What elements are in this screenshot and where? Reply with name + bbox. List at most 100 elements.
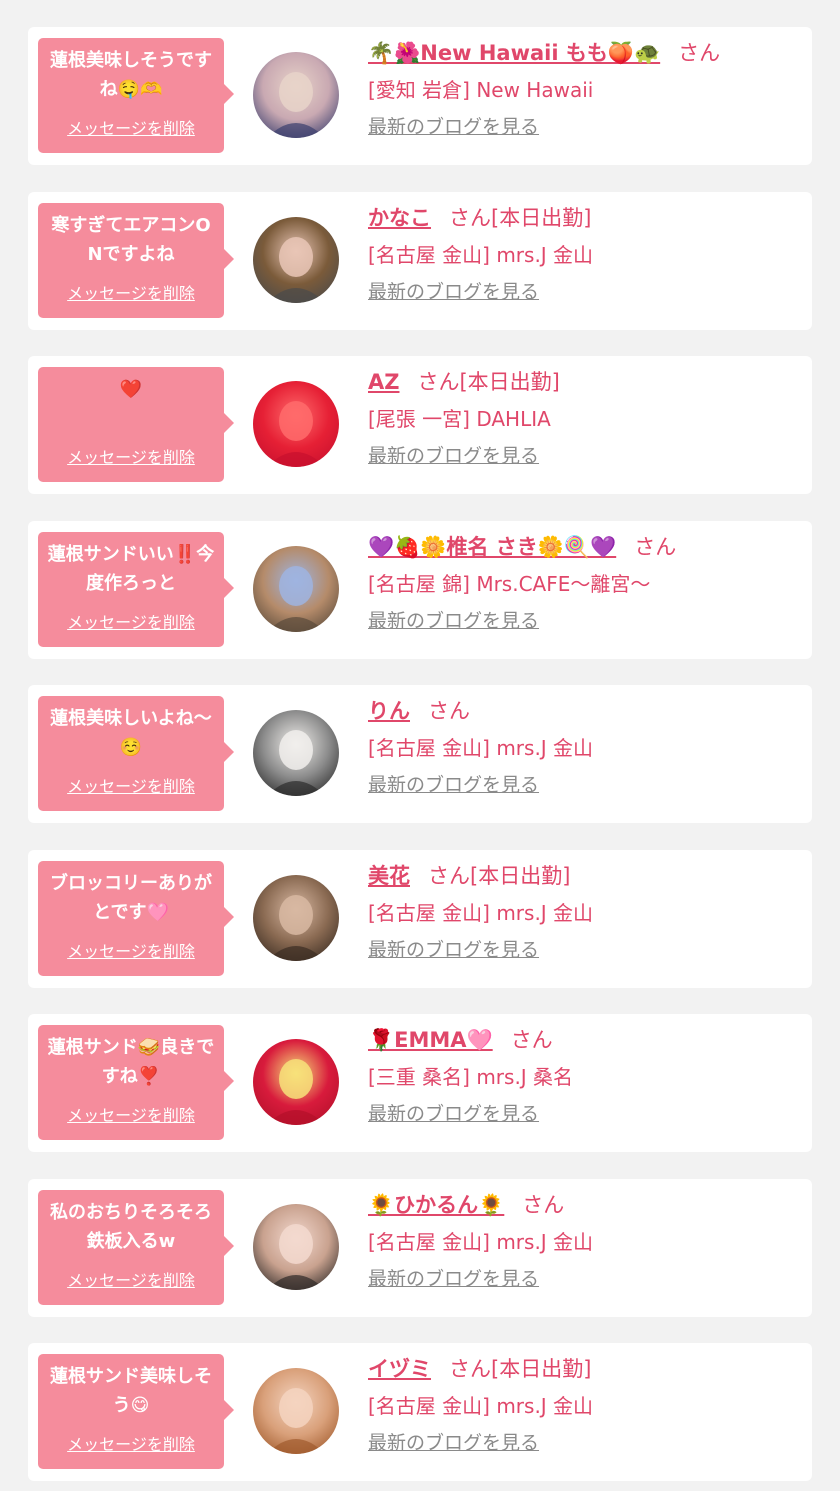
sender-name-link[interactable]: 🌴🌺New Hawaii もも🍑🐢 [368, 41, 660, 65]
message-bubble: 蓮根サンドいい‼️今度作ろっと メッセージを削除 [38, 532, 234, 647]
message-card: ❤️ メッセージを削除 AZ さん[本日出勤] [尾張 一宮] DAHLIA 最… [28, 356, 812, 494]
message-bubble: 寒すぎてエアコンONですよね メッセージを削除 [38, 203, 234, 318]
sender-name-link[interactable]: イヅミ [368, 1357, 431, 1381]
message-text: 蓮根美味しいよね～☺️ [50, 708, 212, 758]
message-text: ❤️ [119, 379, 143, 400]
delete-message-link[interactable]: メッセージを削除 [38, 1102, 224, 1126]
sender-info: イヅミ さん[本日出勤] [名古屋 金山] mrs.J 金山 最新のブログを見る [368, 1353, 802, 1458]
sender-name-link[interactable]: 💜🍓🌼椎名 さき🌼🍭💜 [368, 535, 616, 559]
avatar-image [253, 1368, 339, 1454]
message-text: 蓮根サンド🥪良きですね❣️ [47, 1037, 215, 1087]
message-card: 蓮根サンドいい‼️今度作ろっと メッセージを削除 💜🍓🌼椎名 さき🌼� [28, 521, 812, 659]
honorific: さん[本日出勤] [428, 864, 571, 888]
delete-message-link[interactable]: メッセージを削除 [38, 609, 224, 633]
shop-label: [尾張 一宮] DAHLIA [368, 407, 551, 431]
sender-name-link[interactable]: かなこ [368, 206, 431, 230]
message-text: 私のおちりそろそろ鉄板入るw [50, 1202, 212, 1252]
sender-name-link[interactable]: AZ [368, 370, 399, 394]
latest-blog-link[interactable]: 最新のブログを見る [368, 441, 539, 471]
message-bubble: 蓮根美味しそうですね🤤🫶 メッセージを削除 [38, 38, 234, 153]
message-text: 蓮根サンドいい‼️今度作ろっと [47, 544, 215, 594]
sender-name-line: 🌻ひかるん🌻 さん [368, 1189, 802, 1221]
shop-label: [名古屋 金山] mrs.J 金山 [368, 901, 594, 925]
latest-blog-link[interactable]: 最新のブログを見る [368, 1099, 539, 1129]
avatar-image [253, 546, 339, 632]
sender-name-line: りん さん [368, 695, 802, 727]
avatar-image [253, 1204, 339, 1290]
delete-message-link[interactable]: メッセージを削除 [38, 1431, 224, 1455]
message-card: 蓮根美味しいよね～☺️ メッセージを削除 りん さん [名古屋 金山] mrs.… [28, 685, 812, 823]
message-text: 蓮根美味しそうですね🤤🫶 [50, 50, 212, 100]
message-text: 寒すぎてエアコンONですよね [51, 215, 211, 265]
message-card: ブロッコリーありがとです🩷 メッセージを削除 美花 さん[本日出勤] [名古屋 … [28, 850, 812, 988]
message-card: 蓮根サンド🥪良きですね❣️ メッセージを削除 🌹EMMA🩷 さん [三重 桑名]… [28, 1014, 812, 1152]
avatar-image [253, 381, 339, 467]
delete-message-link[interactable]: メッセージを削除 [38, 773, 224, 797]
message-card: 蓮根サンド美味しそう😋 メッセージを削除 イヅミ さん[本日出勤] [名古屋 金… [28, 1343, 812, 1481]
sender-name-line: 💜🍓🌼椎名 さき🌼🍭💜 さん [368, 531, 802, 563]
avatar[interactable] [253, 875, 339, 961]
avatar[interactable] [253, 546, 339, 632]
honorific: さん [428, 699, 470, 723]
avatar-image [253, 52, 339, 138]
honorific: さん[本日出勤] [449, 1357, 592, 1381]
sender-info: 🌴🌺New Hawaii もも🍑🐢 さん [愛知 岩倉] New Hawaii 最… [368, 37, 802, 142]
sender-info: りん さん [名古屋 金山] mrs.J 金山 最新のブログを見る [368, 695, 802, 800]
honorific: さん [510, 1028, 553, 1052]
delete-message-link[interactable]: メッセージを削除 [38, 444, 224, 468]
sender-info: AZ さん[本日出勤] [尾張 一宮] DAHLIA 最新のブログを見る [368, 366, 802, 471]
shop-label: [名古屋 金山] mrs.J 金山 [368, 1230, 594, 1254]
sender-name-link[interactable]: 美花 [368, 864, 410, 888]
message-bubble: 蓮根サンド美味しそう😋 メッセージを削除 [38, 1354, 234, 1469]
avatar[interactable] [253, 52, 339, 138]
avatar-image [253, 875, 339, 961]
sender-info: 美花 さん[本日出勤] [名古屋 金山] mrs.J 金山 最新のブログを見る [368, 860, 802, 965]
shop-label: [三重 桑名] mrs.J 桑名 [368, 1065, 574, 1089]
sender-name-link[interactable]: 🌻ひかるん🌻 [368, 1193, 504, 1217]
shop-label: [愛知 岩倉] New Hawaii [368, 78, 594, 102]
delete-message-link[interactable]: メッセージを削除 [38, 1267, 224, 1291]
sender-name-line: かなこ さん[本日出勤] [368, 202, 802, 234]
message-card: 私のおちりそろそろ鉄板入るw メッセージを削除 🌻ひかるん🌻 さん [名古屋 金… [28, 1179, 812, 1317]
latest-blog-link[interactable]: 最新のブログを見る [368, 277, 539, 307]
sender-info: かなこ さん[本日出勤] [名古屋 金山] mrs.J 金山 最新のブログを見る [368, 202, 802, 307]
sender-name-link[interactable]: 🌹EMMA🩷 [368, 1028, 493, 1052]
avatar[interactable] [253, 381, 339, 467]
avatar-image [253, 217, 339, 303]
avatar-image [253, 710, 339, 796]
delete-message-link[interactable]: メッセージを削除 [38, 280, 224, 304]
sender-name-line: 美花 さん[本日出勤] [368, 860, 802, 892]
message-bubble: 蓮根美味しいよね～☺️ メッセージを削除 [38, 696, 234, 811]
latest-blog-link[interactable]: 最新のブログを見る [368, 606, 539, 636]
shop-label: [名古屋 金山] mrs.J 金山 [368, 736, 594, 760]
latest-blog-link[interactable]: 最新のブログを見る [368, 935, 539, 965]
honorific: さん[本日出勤] [449, 206, 592, 230]
sender-name-line: 🌹EMMA🩷 さん [368, 1024, 802, 1056]
honorific: さん[本日出勤] [417, 370, 560, 394]
avatar-image [253, 1039, 339, 1125]
latest-blog-link[interactable]: 最新のブログを見る [368, 1428, 539, 1458]
shop-label: [名古屋 金山] mrs.J 金山 [368, 1394, 594, 1418]
latest-blog-link[interactable]: 最新のブログを見る [368, 112, 539, 142]
sender-info: 🌻ひかるん🌻 さん [名古屋 金山] mrs.J 金山 最新のブログを見る [368, 1189, 802, 1294]
message-bubble: ❤️ メッセージを削除 [38, 367, 234, 482]
sender-info: 💜🍓🌼椎名 さき🌼🍭💜 さん [名古屋 錦] Mrs.CAFE～離宮～ 最新のブロ… [368, 531, 802, 636]
sender-name-link[interactable]: りん [368, 699, 410, 723]
avatar[interactable] [253, 1204, 339, 1290]
delete-message-link[interactable]: メッセージを削除 [38, 938, 224, 962]
avatar[interactable] [253, 710, 339, 796]
sender-name-line: AZ さん[本日出勤] [368, 366, 802, 398]
latest-blog-link[interactable]: 最新のブログを見る [368, 1264, 539, 1294]
latest-blog-link[interactable]: 最新のブログを見る [368, 770, 539, 800]
honorific: さん [522, 1193, 565, 1217]
message-card: 寒すぎてエアコンONですよね メッセージを削除 かなこ さん[本日出勤] [名古… [28, 192, 812, 330]
message-list: 蓮根美味しそうですね🤤🫶 メッセージを削除 🌴🌺New Hawaii もも🍑🐢 … [0, 0, 840, 1491]
avatar[interactable] [253, 1039, 339, 1125]
message-card: 蓮根美味しそうですね🤤🫶 メッセージを削除 🌴🌺New Hawaii もも🍑🐢 … [28, 27, 812, 165]
honorific: さん [678, 41, 721, 65]
delete-message-link[interactable]: メッセージを削除 [38, 115, 224, 139]
avatar[interactable] [253, 217, 339, 303]
shop-label: [名古屋 錦] Mrs.CAFE～離宮～ [368, 572, 651, 596]
avatar[interactable] [253, 1368, 339, 1454]
message-text: 蓮根サンド美味しそう😋 [50, 1366, 212, 1416]
